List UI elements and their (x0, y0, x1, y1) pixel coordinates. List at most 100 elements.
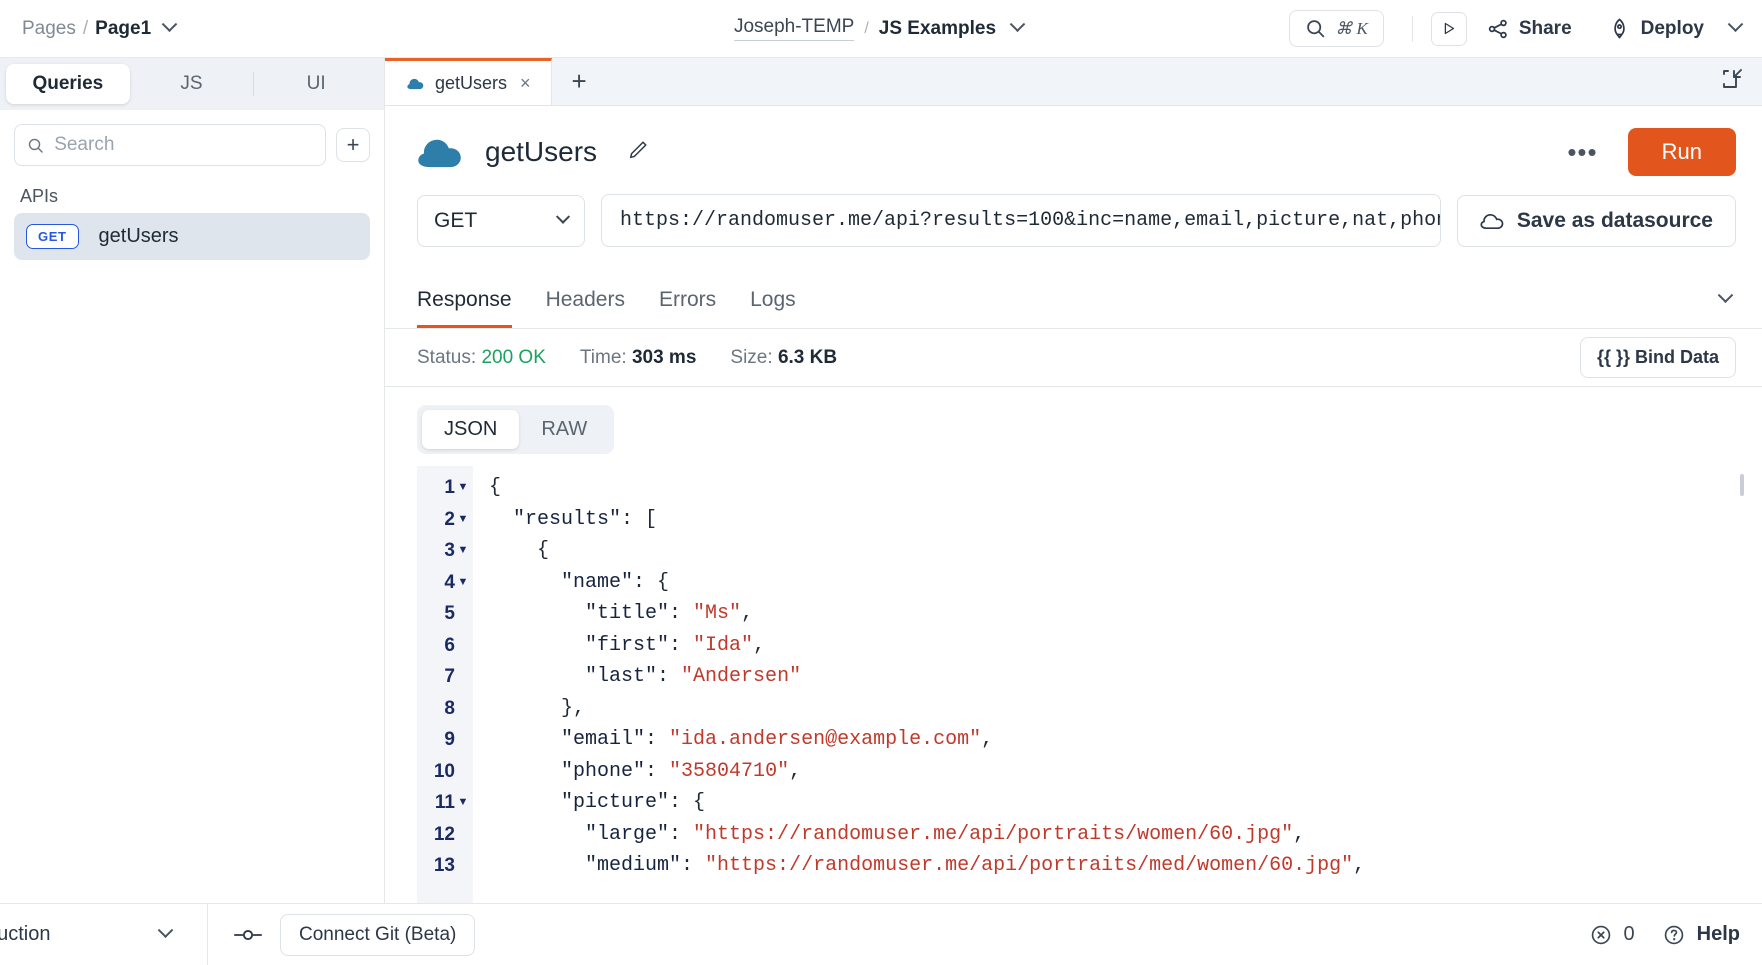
top-header: Pages / Page1 Joseph-TEMP / JS Examples … (0, 0, 1762, 58)
line-number: 8 (417, 693, 473, 725)
response-tab-errors[interactable]: Errors (659, 271, 716, 328)
global-search-button[interactable]: ⌘ K (1289, 10, 1384, 47)
http-method-select[interactable]: GET (417, 195, 585, 247)
header-actions: ⌘ K Share Deplo (1289, 9, 1762, 48)
git-commit-icon (234, 927, 262, 943)
add-query-button[interactable]: + (336, 128, 370, 162)
play-icon (1441, 21, 1456, 36)
json-punct: : (681, 854, 705, 877)
json-punct: : { (633, 571, 669, 594)
line-number: 4▼ (417, 567, 473, 599)
save-as-datasource-button[interactable]: Save as datasource (1457, 195, 1736, 247)
pencil-icon (627, 139, 649, 161)
json-punct: , (1293, 823, 1305, 846)
code-line: "medium": "https://randomuser.me/api/por… (489, 850, 1762, 882)
fold-toggle-icon[interactable]: ▼ (457, 472, 469, 504)
sidebar-item-getusers[interactable]: GET getUsers (14, 213, 370, 260)
json-key: "large" (489, 823, 669, 846)
json-key: "results" (489, 508, 621, 531)
page-dropdown-button[interactable] (158, 18, 180, 40)
code-line: "last": "Andersen" (489, 661, 1762, 693)
json-string: "ida.andersen@example.com" (669, 728, 981, 751)
sidebar-tab-ui[interactable]: UI (254, 64, 378, 104)
header-divider (1412, 16, 1413, 42)
line-number: 10 (417, 756, 473, 788)
fold-toggle-icon[interactable]: ▼ (457, 535, 469, 567)
view-mode-raw[interactable]: RAW (519, 410, 609, 449)
code-line: "first": "Ida", (489, 630, 1762, 662)
collapse-panel-icon (1720, 67, 1744, 91)
more-options-button[interactable]: ••• (1559, 146, 1605, 158)
connect-git-button[interactable]: Connect Git (Beta) (280, 914, 475, 956)
fold-toggle-icon[interactable]: ▼ (457, 567, 469, 599)
rename-query-button[interactable] (627, 139, 649, 166)
json-key: "picture" (489, 791, 669, 814)
line-number: 1▼ (417, 472, 473, 504)
left-sidebar: Queries JS UI + APIs GET getUsers (0, 58, 385, 903)
add-tab-button[interactable]: + (552, 58, 607, 105)
response-tab-response[interactable]: Response (417, 271, 512, 328)
json-punct: : (669, 823, 693, 846)
bind-data-button[interactable]: {{ }} Bind Data (1580, 337, 1736, 378)
preview-play-button[interactable] (1431, 12, 1467, 46)
close-icon[interactable]: × (518, 73, 533, 94)
method-badge-get: GET (26, 224, 79, 249)
status-label: Status: (417, 347, 476, 368)
time-label: Time: (580, 347, 627, 368)
url-input[interactable]: https://randomuser.me/api?results=100&in… (601, 194, 1441, 247)
sidebar-tab-queries[interactable]: Queries (6, 64, 130, 104)
line-number-gutter: 1▼2▼3▼4▼567891011▼1213 (417, 466, 473, 903)
response-tab-logs[interactable]: Logs (750, 271, 796, 328)
collapse-panel-button[interactable] (1720, 67, 1744, 96)
chevron-down-icon (1727, 16, 1743, 32)
footer-right: 0 Help (1590, 923, 1762, 946)
vertical-scrollbar[interactable] (1740, 474, 1744, 496)
cloud-icon (407, 77, 424, 90)
json-key: "title" (489, 602, 669, 625)
json-punct: , (789, 760, 801, 783)
view-mode-json[interactable]: JSON (422, 410, 519, 449)
json-punct: : { (669, 791, 705, 814)
save-as-datasource-label: Save as datasource (1517, 209, 1713, 233)
fold-toggle-icon[interactable]: ▼ (457, 504, 469, 536)
org-name-link[interactable]: Joseph-TEMP (734, 16, 854, 41)
line-number: 6 (417, 630, 473, 662)
environment-select[interactable]: duction (0, 904, 207, 965)
fold-toggle-icon[interactable]: ▼ (457, 787, 469, 819)
json-punct: : (645, 760, 669, 783)
response-tab-headers[interactable]: Headers (546, 271, 625, 328)
search-input[interactable] (54, 134, 313, 156)
size-label: Size: (730, 347, 772, 368)
deploy-dropdown-button[interactable] (1724, 18, 1746, 40)
code-line: }, (489, 693, 1762, 725)
size-value: 6.3 KB (778, 347, 837, 368)
json-punct: { (489, 539, 549, 562)
view-mode-toggle: JSON RAW (417, 405, 614, 454)
sidebar-group-label-apis: APIs (0, 176, 384, 213)
editor-tab-getusers[interactable]: getUsers × (385, 58, 552, 105)
collapse-response-button[interactable] (1714, 289, 1736, 311)
breadcrumb-pages[interactable]: Pages (22, 18, 76, 40)
code-line: "results": [ (489, 504, 1762, 536)
run-button[interactable]: Run (1628, 128, 1736, 176)
share-button[interactable]: Share (1471, 10, 1588, 48)
search-icon (1305, 18, 1326, 39)
breadcrumb-page1[interactable]: Page1 (95, 18, 151, 40)
help-button[interactable]: Help (1663, 923, 1740, 946)
deploy-label: Deploy (1641, 18, 1704, 40)
code-line: "phone": "35804710", (489, 756, 1762, 788)
errors-indicator[interactable]: 0 (1590, 923, 1635, 946)
deploy-button[interactable]: Deploy (1592, 9, 1720, 48)
editor-tabstrip: getUsers × + (385, 58, 1762, 106)
code-content[interactable]: { "results": [ { "name": { "title": "Ms"… (473, 466, 1762, 903)
json-punct: : (657, 665, 681, 688)
chevron-down-icon (556, 209, 570, 223)
sidebar-tab-js[interactable]: JS (130, 64, 254, 104)
request-row: GET https://randomuser.me/api?results=10… (385, 194, 1762, 271)
tabstrip-right (1720, 58, 1762, 105)
code-line: { (489, 472, 1762, 504)
app-dropdown-button[interactable] (1006, 18, 1028, 40)
json-key: "first" (489, 634, 669, 657)
sidebar-search-field[interactable] (14, 124, 326, 166)
json-punct: , (1353, 854, 1365, 877)
